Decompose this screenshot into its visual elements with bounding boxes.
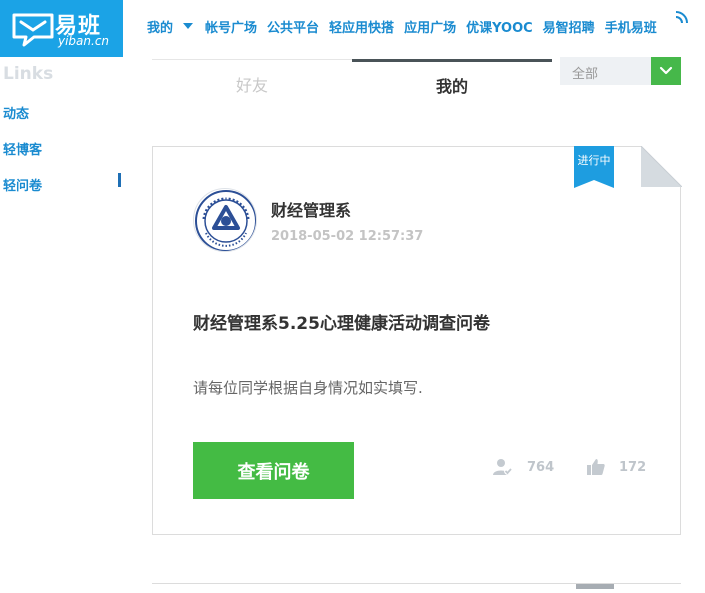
user-check-icon xyxy=(493,459,512,475)
filter-dropdown-button[interactable] xyxy=(651,57,681,85)
wifi-icon xyxy=(675,11,688,24)
active-indicator xyxy=(118,173,121,187)
caret-down-icon xyxy=(183,23,194,29)
nav-item-mobile[interactable]: 手机易班 xyxy=(600,17,662,36)
participants-stat: 764 xyxy=(493,458,554,476)
nav-label: 公共平台 xyxy=(267,20,320,36)
yiban-logo-icon xyxy=(12,13,54,47)
school-seal-icon xyxy=(195,190,256,251)
main-nav: 我的 帐号广场 公共平台 轻应用快搭 应用广场 优课YOOC 易智招聘 手机易班 xyxy=(142,0,662,52)
folded-corner xyxy=(641,146,682,187)
tab-friends[interactable]: 好友 xyxy=(152,59,352,107)
nav-item-app-square[interactable]: 应用广场 xyxy=(399,17,461,36)
filter-value[interactable]: 全部 xyxy=(560,57,652,85)
sidebar-item-survey[interactable]: 轻问卷 xyxy=(3,175,42,194)
next-survey-card xyxy=(152,583,681,593)
survey-title[interactable]: 财经管理系5.25心理健康活动调查问卷 xyxy=(193,309,490,334)
nav-item-yooc[interactable]: 优课YOOC xyxy=(461,17,538,36)
nav-item-account-square[interactable]: 帐号广场 xyxy=(200,17,262,36)
survey-description: 请每位同学根据自身情况如实填写. xyxy=(193,379,423,397)
survey-card: 进行中 财经管理系 2018-05-02 12:57:37 财经管理系5.25心… xyxy=(152,146,682,535)
nav-label: 手机易班 xyxy=(604,20,657,36)
nav-label: 优课YOOC xyxy=(466,20,533,36)
nav-label: 帐号广场 xyxy=(205,20,258,36)
likes-stat[interactable]: 172 xyxy=(587,458,646,476)
nav-label: 易智招聘 xyxy=(542,20,595,36)
logo-sub: yiban.cn xyxy=(58,34,110,48)
nav-item-light-app-builder[interactable]: 轻应用快搭 xyxy=(324,17,399,36)
avatar[interactable] xyxy=(193,188,257,252)
nav-item-public-platform[interactable]: 公共平台 xyxy=(262,17,324,36)
nav-label: 我的 xyxy=(147,20,174,36)
nav-label: 轻应用快搭 xyxy=(329,20,395,36)
filter-select[interactable]: 全部 xyxy=(560,57,681,85)
likes-count: 172 xyxy=(619,459,647,475)
sidebar-item-blog[interactable]: 轻博客 xyxy=(3,139,42,158)
view-survey-button[interactable]: 查看问卷 xyxy=(193,442,354,499)
post-time: 2018-05-02 12:57:37 xyxy=(271,229,424,244)
org-name[interactable]: 财经管理系 xyxy=(271,197,351,221)
nav-item-mine[interactable]: 我的 xyxy=(142,17,200,36)
sidebar-title: Links xyxy=(3,64,54,84)
nav-item-recruit[interactable]: 易智招聘 xyxy=(538,17,600,36)
nav-label: 应用广场 xyxy=(404,20,457,36)
participants-count: 764 xyxy=(527,459,555,475)
thumbs-up-icon xyxy=(587,459,605,475)
site-logo[interactable]: 易班 yiban.cn xyxy=(0,0,123,57)
next-card-status-badge xyxy=(576,584,614,589)
tab-bar: 好友 我的 xyxy=(152,59,552,107)
chevron-down-icon xyxy=(659,66,673,75)
top-bar: 易班 yiban.cn 我的 帐号广场 公共平台 轻应用快搭 应用广场 优课YO… xyxy=(0,0,705,57)
status-label: 进行中 xyxy=(577,154,611,167)
sidebar-item-feed[interactable]: 动态 xyxy=(3,103,29,122)
tab-mine[interactable]: 我的 xyxy=(352,59,552,107)
status-badge: 进行中 xyxy=(574,146,614,188)
